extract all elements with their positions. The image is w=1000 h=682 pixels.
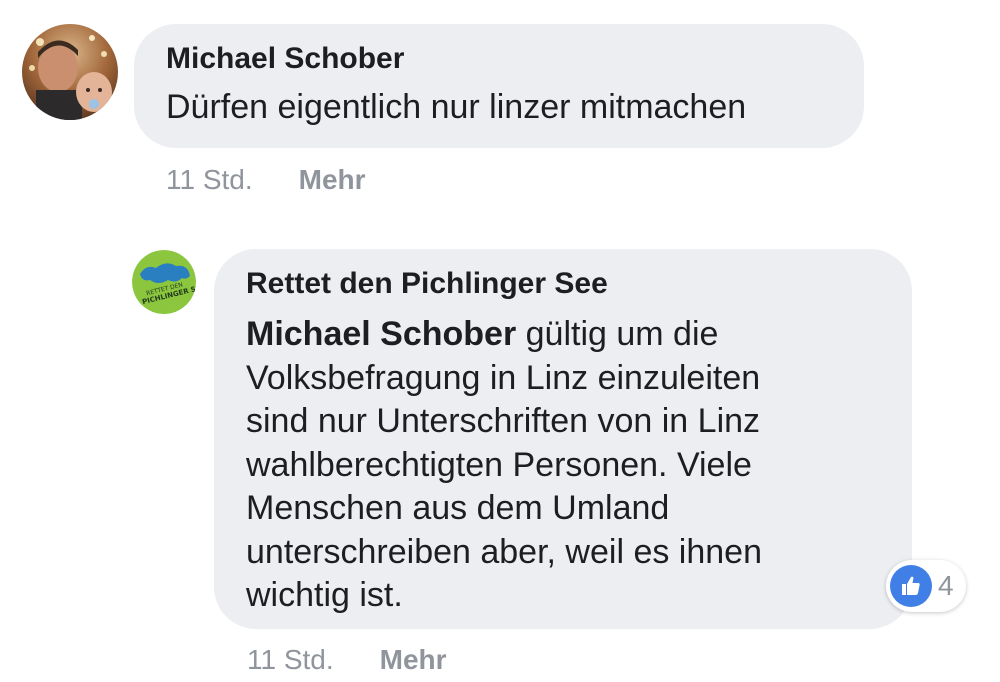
comment-thread: Michael Schober Dürfen eigentlich nur li…	[0, 0, 1000, 682]
comment-text-segment: gültig um die	[516, 315, 719, 353]
user-photo-avatar-icon	[22, 24, 118, 120]
comment-text-line: Michael Schober gültig um die	[246, 313, 884, 357]
more-button[interactable]: Mehr	[299, 164, 366, 196]
comment-meta: 11 Std. Mehr	[247, 640, 447, 680]
avatar[interactable]	[22, 24, 118, 120]
comment-timestamp[interactable]: 11 Std.	[247, 644, 334, 676]
more-button[interactable]: Mehr	[380, 644, 447, 676]
comment-text-line: sind nur Unterschriften von in Linz	[246, 402, 761, 440]
like-icon	[890, 565, 932, 607]
comment-text-line: wahlberechtigten Personen. Viele	[246, 445, 752, 484]
comment-author[interactable]: Rettet den Pichlinger See	[246, 265, 884, 303]
comment-meta: 11 Std. Mehr	[166, 160, 366, 200]
comment-text-line: unterschreiben aber, weil es ihnen	[246, 532, 762, 571]
comment-author[interactable]: Michael Schober	[166, 40, 832, 78]
comment-timestamp[interactable]: 11 Std.	[166, 164, 253, 196]
comment-bubble[interactable]: Michael Schober Dürfen eigentlich nur li…	[134, 24, 864, 148]
comment-text: Dürfen eigentlich nur linzer mitmachen	[166, 88, 747, 126]
comment-text: Michael Schober gültig um die Volksbefra…	[246, 313, 884, 618]
comment-text-line: Menschen aus dem Umland	[246, 489, 670, 527]
reply-bubble[interactable]: Rettet den Pichlinger See Michael Schobe…	[214, 249, 912, 629]
avatar[interactable]: RETTET DEN PICHLINGER SEE!	[132, 250, 196, 314]
reaction-summary[interactable]: 4	[886, 560, 966, 612]
mention-link[interactable]: Michael Schober	[246, 315, 516, 353]
pichlinger-see-logo-icon: RETTET DEN PICHLINGER SEE!	[132, 250, 196, 314]
comment-text-line: wichtig ist.	[246, 576, 403, 614]
reaction-count: 4	[938, 570, 954, 601]
comment-text-line: Volksbefragung in Linz einzuleiten	[246, 358, 761, 397]
